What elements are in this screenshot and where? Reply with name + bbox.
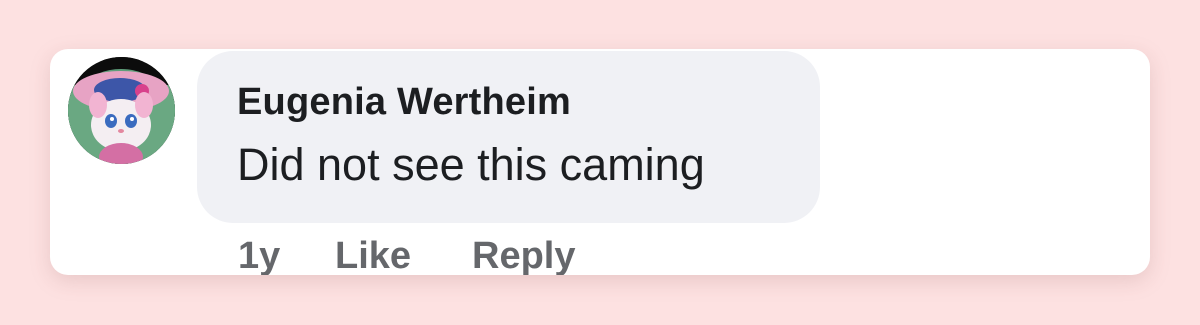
like-button[interactable]: Like: [335, 235, 411, 275]
reply-button[interactable]: Reply: [472, 235, 575, 275]
comment-card: Eugenia Wertheim Did not see this caming…: [50, 49, 1150, 275]
comment-text: Did not see this caming: [237, 139, 705, 190]
avatar[interactable]: [68, 57, 175, 164]
comment-bubble: Eugenia Wertheim Did not see this caming: [197, 51, 820, 223]
comment-timestamp[interactable]: 1y: [238, 235, 280, 275]
comment-author-name[interactable]: Eugenia Wertheim: [237, 81, 571, 124]
avatar-cartoon-cat-icon: [68, 57, 175, 164]
